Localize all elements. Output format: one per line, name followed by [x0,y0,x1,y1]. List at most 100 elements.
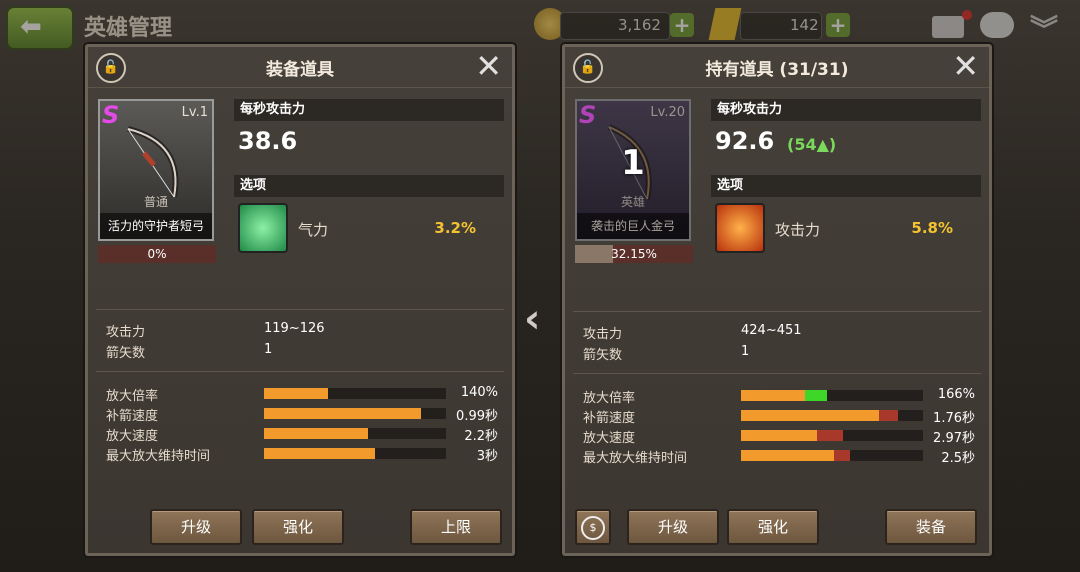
bar-value: 2.2秒 [464,429,498,444]
item-level: Lv.20 [650,105,685,120]
divider [573,373,981,374]
item-level: Lv.1 [181,105,208,120]
stat-label: 攻击力 [583,327,623,342]
bar-label: 最大放大维持时间 [106,449,211,464]
bar-fill [741,450,834,461]
chevron-down-icon[interactable]: ︾ [1030,8,1058,48]
stat-bar [264,428,446,439]
limit-button[interactable]: 上限 [410,509,502,545]
bar-fill [264,428,368,439]
enhance-button[interactable]: 强化 [252,509,344,545]
bar-fill [741,430,818,441]
close-icon[interactable]: ✕ [475,49,502,83]
stat-label: 攻击力 [106,325,146,340]
equipped-item-panel: 🔓 装备道具 ✕ S Lv.1 普通 活力的守护者短弓 0% 每秒攻击力 38.… [85,44,515,556]
back-button[interactable]: ⬅ [6,6,74,50]
options-label: 选项 [234,175,504,197]
bar-label: 最大放大维持时间 [583,451,688,466]
attack-arrow-icon [715,203,765,253]
bar-fill [264,448,376,459]
close-icon[interactable]: ✕ [952,49,979,83]
dps-label: 每秒攻击力 [711,99,981,121]
stat-bar [741,390,923,401]
back-arrow-icon: ⬅ [20,12,42,42]
buy-gems-button[interactable]: + [826,13,850,37]
item-progress-bar: 0% [98,245,216,263]
item-progress-bar: 32.15% [575,245,693,263]
dps-value: 38.6 [238,127,298,155]
stat-bar [264,448,446,459]
stat-bar [741,410,923,421]
stat-bar [741,450,923,461]
option-value: 5.8% [911,219,953,237]
bar-label: 补箭速度 [583,411,636,426]
bar-value: 166% [937,387,975,402]
bar-value: 2.97秒 [933,431,975,446]
sell-button[interactable]: $ [575,509,611,545]
option-name: 气力 [298,221,329,239]
divider [96,371,504,372]
item-name: 活力的守护者短弓 [100,213,212,239]
stat-value: 1 [741,344,750,359]
dps-diff: (54▲) [787,135,837,154]
item-card[interactable]: S Lv.20 1 英雄 袭击的巨人金弓 [575,99,691,241]
bar-value: 2.5秒 [941,451,975,466]
gem-icon [708,8,742,40]
bar-label: 放大速度 [583,431,636,446]
bar-value: 140% [460,385,498,400]
sell-icon: $ [581,515,605,540]
upgrade-button[interactable]: 升级 [150,509,242,545]
bar-diff [804,390,827,401]
bar-label: 放大倍率 [106,389,159,404]
dps-value: 92.6 [715,127,775,155]
progress-text: 32.15% [611,247,657,261]
progress-text: 0% [147,247,167,261]
stat-bar [264,408,446,419]
divider [573,311,981,312]
panel-header: 🔓 装备道具 ✕ [88,47,512,88]
top-bar: ⬅ 英雄管理 3,162 + 142 + ︾ [0,0,1080,50]
stat-value: 119~126 [264,321,325,336]
bar-value: 1.76秒 [933,411,975,426]
swap-arrow-icon[interactable]: ‹ [524,296,540,342]
bar-label: 补箭速度 [106,409,159,424]
item-rarity: 英雄 [620,195,645,209]
page-title: 英雄管理 [84,16,173,41]
bar-value: 0.99秒 [456,409,498,424]
stat-bar [741,430,923,441]
divider [96,309,504,310]
item-card[interactable]: S Lv.1 普通 活力的守护者短弓 [98,99,214,241]
upgrade-button[interactable]: 升级 [627,509,719,545]
notification-dot [962,10,972,20]
item-name: 袭击的巨人金弓 [577,213,689,239]
bar-fill [264,388,328,399]
stat-value: 424~451 [741,323,802,338]
stat-label: 箭矢数 [583,348,623,363]
panel-header: 🔓 持有道具 (31/31) ✕ [565,47,989,88]
bar-fill [741,390,805,401]
bar-value: 3秒 [476,449,498,464]
option-value: 3.2% [434,219,476,237]
options-label: 选项 [711,175,981,197]
equip-button[interactable]: 装备 [885,509,977,545]
stat-label: 箭矢数 [106,346,146,361]
stat-value: 1 [264,342,273,357]
bar-label: 放大速度 [106,429,159,444]
stamina-icon [238,203,288,253]
buy-coins-button[interactable]: + [670,13,694,37]
bar-label: 放大倍率 [583,391,636,406]
enhance-button[interactable]: 强化 [727,509,819,545]
bar-diff [879,410,898,421]
panel-title: 装备道具 [266,60,334,80]
stat-bar [264,388,446,399]
coin-amount: 3,162 [618,16,661,34]
bar-fill [264,408,421,419]
item-count: 1 [621,143,645,183]
mail-icon[interactable] [932,16,964,38]
bar-diff [817,430,843,441]
owned-item-panel: 🔓 持有道具 (31/31) ✕ S Lv.20 1 英雄 袭击的巨人金弓 32… [562,44,992,556]
bar-fill [741,410,880,421]
chat-icon[interactable] [980,12,1014,38]
dps-label: 每秒攻击力 [234,99,504,121]
bow-icon [127,126,179,198]
